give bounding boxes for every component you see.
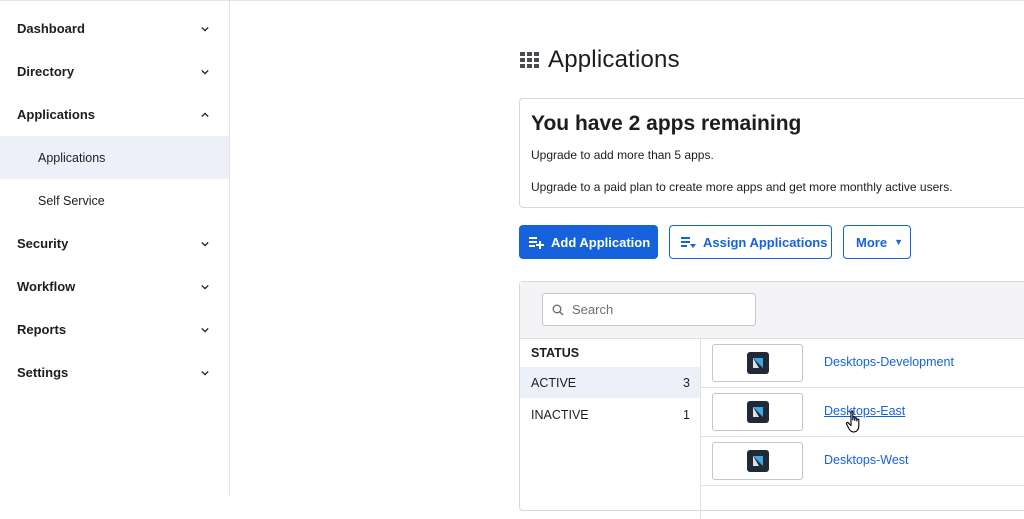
app-logo-icon — [746, 450, 769, 472]
sidebar-item-workflow[interactable]: Workflow — [0, 265, 229, 308]
more-label: More — [856, 234, 888, 250]
search-input[interactable] — [570, 301, 744, 318]
status-label: ACTIVE — [531, 375, 577, 390]
chevron-down-icon — [201, 370, 209, 376]
status-header: STATUS — [531, 346, 580, 360]
app-name-link[interactable]: Desktops-East — [824, 404, 905, 418]
sidebar: Dashboard Directory Applications Applica… — [0, 1, 230, 497]
search-field[interactable] — [542, 293, 756, 326]
sidebar-item-label: Dashboard — [17, 21, 85, 36]
banner-text: Upgrade to add more than 5 apps. — [531, 148, 714, 162]
app-logo-icon — [746, 401, 769, 423]
sidebar-item-label: Security — [17, 236, 69, 251]
more-dropdown-button[interactable]: More ▼ — [843, 225, 911, 259]
chevron-down-icon — [201, 284, 209, 290]
chevron-down-icon — [201, 69, 209, 75]
sidebar-subitem-self-service[interactable]: Self Service — [0, 179, 229, 222]
chevron-down-icon — [201, 241, 209, 247]
banner-title: You have 2 apps remaining — [531, 112, 802, 135]
assign-applications-button[interactable]: Assign Applications — [669, 225, 832, 259]
sidebar-subitem-applications[interactable]: Applications — [0, 136, 229, 179]
sidebar-item-reports[interactable]: Reports — [0, 308, 229, 351]
sidebar-item-label: Applications — [17, 107, 96, 122]
chevron-up-icon — [201, 111, 209, 117]
sidebar-item-settings[interactable]: Settings — [0, 351, 229, 394]
add-application-label: Add Application — [551, 234, 651, 250]
applications-panel: STATUS ACTIVE 3 INACTIVE 1 Desktops-Deve… — [519, 281, 1024, 519]
status-filter-active[interactable]: ACTIVE 3 — [520, 367, 700, 398]
status-label: INACTIVE — [531, 407, 589, 422]
app-name-link[interactable]: Desktops-West — [824, 453, 909, 467]
sidebar-item-label: Directory — [17, 64, 75, 79]
search-icon — [552, 304, 564, 316]
page-header: Applications — [520, 44, 680, 76]
hand-cursor-icon — [845, 410, 860, 433]
assign-applications-label: Assign Applications — [703, 234, 828, 250]
banner-text: Upgrade to a paid plan to create more ap… — [531, 180, 953, 194]
sidebar-subitem-label: Self Service — [38, 193, 105, 208]
sidebar-item-directory[interactable]: Directory — [0, 50, 229, 93]
page-title: Applications — [548, 46, 680, 73]
app-name-link[interactable]: Desktops-Development — [824, 355, 954, 369]
add-list-icon — [529, 236, 544, 249]
status-count: 3 — [683, 375, 690, 390]
add-application-button[interactable]: Add Application — [519, 225, 658, 259]
sidebar-item-applications[interactable]: Applications — [0, 93, 229, 136]
status-count: 1 — [683, 407, 690, 422]
app-logo-icon — [746, 352, 769, 374]
app-logo[interactable] — [712, 442, 803, 480]
sidebar-item-label: Workflow — [17, 279, 76, 294]
caret-down-icon: ▼ — [894, 237, 903, 247]
app-logo[interactable] — [712, 344, 803, 382]
grid-icon — [520, 52, 539, 68]
status-filter-inactive[interactable]: INACTIVE 1 — [520, 399, 700, 430]
sidebar-item-security[interactable]: Security — [0, 222, 229, 265]
app-logo[interactable] — [712, 393, 803, 431]
apps-remaining-banner: You have 2 apps remaining Upgrade to add… — [519, 98, 1024, 208]
sidebar-item-label: Reports — [17, 322, 67, 337]
chevron-down-icon — [201, 327, 209, 333]
status-filter: STATUS ACTIVE 3 INACTIVE 1 — [520, 339, 701, 519]
app-row: Desktops-West — [701, 437, 1024, 486]
assign-list-icon — [681, 236, 696, 248]
chevron-down-icon — [201, 26, 209, 32]
panel-header — [520, 282, 1024, 339]
sidebar-subitem-label: Applications — [38, 150, 106, 165]
sidebar-item-dashboard[interactable]: Dashboard — [0, 7, 229, 50]
app-row: Desktops-Development — [701, 339, 1024, 388]
sidebar-item-label: Settings — [17, 365, 69, 380]
